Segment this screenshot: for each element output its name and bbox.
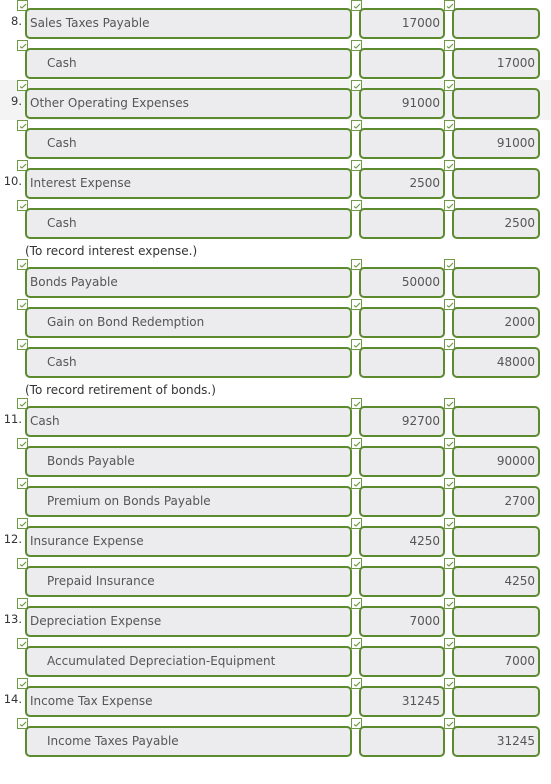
credit-field[interactable]: 4250 [452,566,540,597]
account-field[interactable]: Income Taxes Payable [25,726,352,757]
account-field[interactable]: Premium on Bonds Payable [25,486,352,517]
entry-note: (To record interest expense.) [25,244,198,258]
credit-field[interactable] [452,606,540,637]
credit-field[interactable]: 7000 [452,646,540,677]
account-field[interactable]: Other Operating Expenses [25,88,352,119]
credit-field[interactable]: 2500 [452,208,540,239]
debit-field[interactable]: 7000 [359,606,445,637]
credit-field[interactable] [452,8,540,39]
entry-number: 10. [3,174,22,188]
entry-number: 13. [3,612,22,626]
account-field[interactable]: Bonds Payable [25,267,352,298]
account-field[interactable]: Interest Expense [25,168,352,199]
account-field[interactable]: Bonds Payable [25,446,352,477]
debit-field[interactable] [359,307,445,338]
debit-field[interactable] [359,128,445,159]
debit-field[interactable] [359,446,445,477]
credit-field[interactable]: 2000 [452,307,540,338]
account-field[interactable]: Sales Taxes Payable [25,8,352,39]
debit-field[interactable]: 2500 [359,168,445,199]
credit-field[interactable]: 48000 [452,347,540,378]
debit-field[interactable] [359,566,445,597]
debit-field[interactable]: 91000 [359,88,445,119]
entry-number: 8. [11,14,22,28]
entry-number: 11. [3,412,22,426]
account-field[interactable]: Cash [25,48,352,79]
entry-number: 9. [11,94,22,108]
debit-field[interactable] [359,347,445,378]
account-field[interactable]: Insurance Expense [25,526,352,557]
credit-field[interactable] [452,686,540,717]
account-field[interactable]: Cash [25,208,352,239]
credit-field[interactable] [452,406,540,437]
debit-field[interactable] [359,726,445,757]
credit-field[interactable] [452,267,540,298]
account-field[interactable]: Cash [25,406,352,437]
entry-number: 12. [3,532,22,546]
credit-field[interactable]: 90000 [452,446,540,477]
debit-field[interactable] [359,646,445,677]
account-field[interactable]: Depreciation Expense [25,606,352,637]
debit-field[interactable]: 50000 [359,267,445,298]
debit-field[interactable] [359,48,445,79]
account-field[interactable]: Gain on Bond Redemption [25,307,352,338]
debit-field[interactable]: 31245 [359,686,445,717]
debit-field[interactable] [359,208,445,239]
entry-number: 14. [3,692,22,706]
account-field[interactable]: Accumulated Depreciation-Equipment [25,646,352,677]
debit-field[interactable]: 4250 [359,526,445,557]
debit-field[interactable]: 17000 [359,8,445,39]
account-field[interactable]: Income Tax Expense [25,686,352,717]
credit-field[interactable]: 17000 [452,48,540,79]
credit-field[interactable] [452,526,540,557]
credit-field[interactable]: 91000 [452,128,540,159]
entry-note: (To record retirement of bonds.) [25,383,216,397]
credit-field[interactable]: 31245 [452,726,540,757]
account-field[interactable]: Cash [25,347,352,378]
credit-field[interactable]: 2700 [452,486,540,517]
account-field[interactable]: Cash [25,128,352,159]
credit-field[interactable] [452,88,540,119]
account-field[interactable]: Prepaid Insurance [25,566,352,597]
debit-field[interactable]: 92700 [359,406,445,437]
credit-field[interactable] [452,168,540,199]
debit-field[interactable] [359,486,445,517]
